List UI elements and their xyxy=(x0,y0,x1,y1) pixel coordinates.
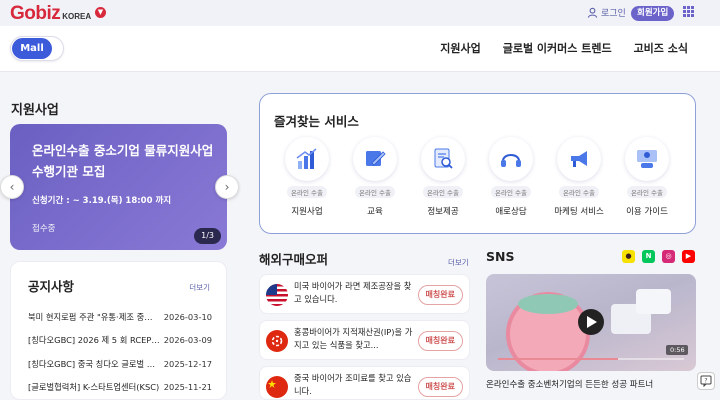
app-grid-icon[interactable] xyxy=(683,6,694,17)
favorite-education[interactable]: 온라인 수출 교육 xyxy=(352,137,398,217)
us-flag-icon xyxy=(266,284,288,306)
favorite-label: 마케팅 서비스 xyxy=(554,207,604,217)
svg-text:?: ? xyxy=(704,378,707,385)
favorite-tag: 온라인 수출 xyxy=(627,186,667,198)
favorite-consulting[interactable]: 온라인 수출 애로상담 xyxy=(488,137,534,217)
overseas-offer-item[interactable]: 중국 바이어가 조미료를 찾고 있습니다. 매칭완료 xyxy=(259,366,470,400)
notice-item-text: [칭다오GBC] 2026 제 5 회 RCEP 포럼 xyxy=(28,335,160,346)
nav-links: 지원사업 글로벌 이커머스 트렌드 고비즈 소식 xyxy=(440,40,688,56)
notice-item-text: [글로벌협력처] K-스타트업센터(KSC) xyxy=(28,382,160,393)
notice-title: 공지사항 xyxy=(28,279,75,294)
headset-icon xyxy=(489,137,533,181)
notice-list: 북미 현지로펌 주관 "유통·제조 중소기업 대상" 2026-03-10 [칭… xyxy=(28,305,212,399)
favorite-guide[interactable]: 온라인 수출 이용 가이드 xyxy=(624,137,670,217)
cn-flag-icon xyxy=(266,376,288,398)
favorite-tag: 온라인 수출 xyxy=(355,186,395,198)
overseas-more-link[interactable]: 더보기 xyxy=(448,257,469,268)
video-duration: 0:56 xyxy=(670,346,685,354)
matching-complete-badge: 매칭완료 xyxy=(417,285,463,305)
user-icon xyxy=(587,7,598,18)
favorite-tag: 온라인 수출 xyxy=(287,186,327,198)
favorites-title: 즐겨찾는 서비스 xyxy=(274,114,359,129)
notice-item[interactable]: [칭다오GBC] 중국 칭다오 글로벌 마켓 2025-12-17 xyxy=(28,352,212,376)
carousel-next-button[interactable]: › xyxy=(215,175,239,199)
notice-item[interactable]: [칭다오GBC] 2026 제 5 회 RCEP 포럼 2026-03-09 xyxy=(28,329,212,353)
overseas-offer-text: 미국 바이어가 라면 제조공장을 찾고 있습니다. xyxy=(294,281,412,304)
favorite-marketing[interactable]: 온라인 수출 마케팅 서비스 xyxy=(554,137,604,217)
favorite-label: 교육 xyxy=(367,207,383,217)
favorite-label: 정보제공 xyxy=(427,207,459,217)
mall-toggle[interactable]: Mall xyxy=(10,36,64,61)
notice-panel: 공지사항 더보기 북미 현지로펌 주관 "유통·제조 중소기업 대상" 2026… xyxy=(10,261,227,400)
nav-link-gobiz-news[interactable]: 고비즈 소식 xyxy=(634,40,688,56)
notice-more-link[interactable]: 더보기 xyxy=(189,282,210,293)
gobiz-logo[interactable]: Gobiz KOREA xyxy=(10,4,91,24)
notice-item-date: 2026-03-09 xyxy=(163,335,212,346)
login-label: 로그인 xyxy=(601,9,626,19)
favorite-support[interactable]: 온라인 수출 지원사업 xyxy=(284,137,330,217)
kakao-icon[interactable]: ● xyxy=(622,250,635,263)
matching-complete-badge: 매칭완료 xyxy=(417,331,463,351)
favorites-list: 온라인 수출 지원사업 온라인 수출 교육 온라인 수출 정보제공 온라인 수출… xyxy=(284,137,670,217)
naver-blog-icon[interactable]: N xyxy=(642,250,655,263)
instagram-icon[interactable]: ◎ xyxy=(662,250,675,263)
sns-icon-list: ● N ◎ ▶ xyxy=(622,250,695,263)
favorite-services-panel: 즐겨찾는 서비스 온라인 수출 지원사업 온라인 수출 교육 온라인 수출 정보… xyxy=(259,93,696,234)
youtube-icon[interactable]: ▶ xyxy=(682,250,695,263)
document-search-icon xyxy=(421,137,465,181)
favorite-label: 지원사업 xyxy=(291,207,323,217)
nav-link-ecommerce-trend[interactable]: 글로벌 이커머스 트렌드 xyxy=(503,40,612,56)
favorite-tag: 온라인 수출 xyxy=(423,186,463,198)
favorite-information[interactable]: 온라인 수출 정보제공 xyxy=(420,137,466,217)
chevron-down-icon[interactable]: ▼ xyxy=(95,7,106,18)
chevron-left-icon: ‹ xyxy=(9,180,15,194)
top-bar: Gobiz KOREA ▼ 로그인 회원가입 xyxy=(0,0,720,26)
login-link[interactable]: 로그인 xyxy=(587,6,626,19)
notice-item[interactable]: 북미 현지로펌 주관 "유통·제조 중소기업 대상" 2026-03-10 xyxy=(28,305,212,329)
help-button[interactable]: ? xyxy=(697,372,715,390)
overseas-offer-text: 중국 바이어가 조미료를 찾고 있습니다. xyxy=(294,373,412,396)
overseas-offer-text: 홍콩바이어가 지적재산권(IP)을 가지고 있는 식품을 찾고... xyxy=(294,327,413,350)
overseas-offer-title: 해외구매오퍼 xyxy=(259,252,329,267)
help-chat-icon: ? xyxy=(700,375,712,388)
main-nav: Mall 지원사업 글로벌 이커머스 트렌드 고비즈 소식 xyxy=(0,26,720,72)
notice-item-date: 2025-11-21 xyxy=(163,382,212,393)
overseas-offer-item[interactable]: 미국 바이어가 라면 제조공장을 찾고 있습니다. 매칭완료 xyxy=(259,274,470,314)
favorite-label: 이용 가이드 xyxy=(626,207,668,217)
sns-title: SNS xyxy=(486,249,515,264)
nav-link-support[interactable]: 지원사업 xyxy=(440,40,480,56)
carousel-prev-button[interactable]: ‹ xyxy=(0,175,24,199)
sns-video-thumbnail[interactable]: 0:56 xyxy=(486,274,696,371)
banner-counter: 1/3 xyxy=(194,228,221,244)
notice-item[interactable]: [글로벌협력처] K-스타트업센터(KSC) 2025-11-21 xyxy=(28,376,212,400)
sns-caption: 온라인수출 중소벤처기업의 든든한 성공 파트너 xyxy=(486,380,654,390)
edit-pen-icon xyxy=(353,137,397,181)
guide-person-icon xyxy=(625,137,669,181)
notice-item-date: 2025-12-17 xyxy=(163,358,212,369)
hk-flag-icon xyxy=(266,330,288,352)
mall-toggle-label: Mall xyxy=(12,38,52,59)
bar-chart-icon xyxy=(285,137,329,181)
support-section-title: 지원사업 xyxy=(11,103,59,118)
favorite-label: 애로상담 xyxy=(495,207,527,217)
banner-title: 온라인수출 중소기업 물류지원사업 수행기관 모집 xyxy=(32,143,214,179)
join-button[interactable]: 회원가입 xyxy=(631,6,675,21)
favorite-tag: 온라인 수출 xyxy=(491,186,531,198)
matching-complete-badge: 매칭완료 xyxy=(417,377,463,397)
favorite-tag: 온라인 수출 xyxy=(559,186,599,198)
support-banner[interactable]: 온라인수출 중소기업 물류지원사업 수행기관 모집 신청기간 : ~ 3.19.… xyxy=(10,124,227,250)
banner-status: 접수중 xyxy=(32,224,56,234)
notice-item-text: [칭다오GBC] 중국 칭다오 글로벌 마켓 xyxy=(28,358,160,369)
logo-text: Gobiz xyxy=(10,3,61,24)
notice-item-date: 2026-03-10 xyxy=(163,311,212,322)
notice-item-text: 북미 현지로펌 주관 "유통·제조 중소기업 대상" xyxy=(28,311,160,322)
chevron-right-icon: › xyxy=(224,180,230,194)
megaphone-icon xyxy=(557,137,601,181)
banner-date: 신청기간 : ~ 3.19.(목) 18:00 까지 xyxy=(32,196,172,206)
logo-sub-text: KOREA xyxy=(62,12,92,21)
overseas-offer-item[interactable]: 홍콩바이어가 지적재산권(IP)을 가지고 있는 식품을 찾고... 매칭완료 xyxy=(259,320,470,360)
video-illustration xyxy=(498,289,688,371)
